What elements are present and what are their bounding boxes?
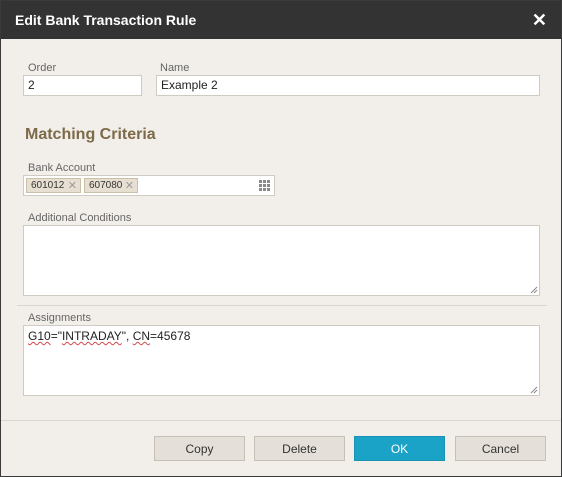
grid-lookup-icon[interactable]	[259, 180, 271, 192]
remove-x-icon[interactable]: ✕	[125, 179, 134, 192]
bank-account-tag: 601012 ✕	[26, 178, 81, 193]
dialog-title: Edit Bank Transaction Rule	[15, 12, 197, 28]
resize-grip-icon[interactable]	[530, 386, 538, 394]
edit-rule-dialog: Edit Bank Transaction Rule ✕ Order 2 Nam…	[0, 0, 562, 477]
delete-button[interactable]: Delete	[254, 436, 345, 461]
copy-button[interactable]: Copy	[154, 436, 245, 461]
order-input[interactable]: 2	[23, 75, 142, 96]
cancel-button[interactable]: Cancel	[455, 436, 546, 461]
additional-conditions-label: Additional Conditions	[28, 212, 132, 224]
section-divider	[17, 305, 547, 306]
close-icon[interactable]: ✕	[532, 11, 561, 29]
matching-criteria-heading: Matching Criteria	[25, 126, 156, 143]
additional-conditions-textarea[interactable]	[23, 225, 540, 296]
dialog-titlebar[interactable]: Edit Bank Transaction Rule ✕	[1, 1, 561, 39]
name-input[interactable]: Example 2	[156, 75, 540, 96]
bank-account-tag-label: 601012	[31, 180, 65, 191]
order-label: Order	[28, 62, 57, 74]
bank-account-tag: 607080 ✕	[84, 178, 138, 193]
resize-grip-icon[interactable]	[530, 286, 538, 294]
name-label: Name	[160, 62, 190, 74]
assignments-label: Assignments	[28, 312, 91, 324]
bank-account-tag-label: 607080	[89, 180, 123, 191]
assignments-textarea[interactable]: G10="INTRADAY", CN=45678	[23, 325, 540, 396]
bank-account-field[interactable]: 601012 ✕ 607080 ✕	[23, 175, 275, 196]
ok-button[interactable]: OK	[354, 436, 445, 461]
remove-x-icon[interactable]: ✕	[68, 179, 77, 192]
assignments-value: G10="INTRADAY", CN=45678	[28, 329, 191, 343]
footer-divider	[1, 420, 561, 421]
bank-account-label: Bank Account	[28, 162, 96, 174]
